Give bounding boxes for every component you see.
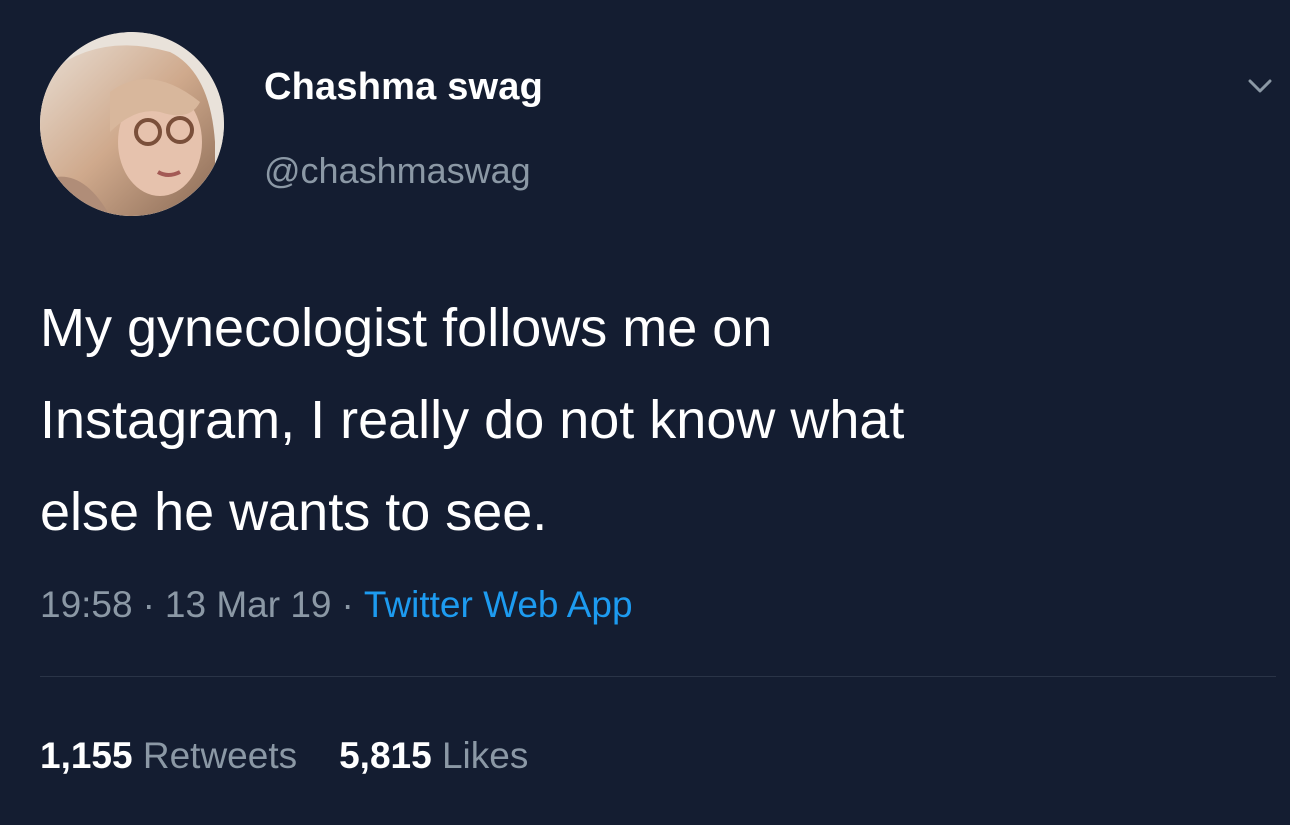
tweet-text-line: My gynecologist follows me on: [40, 298, 773, 358]
tweet-card: Chashma swag @chashmaswag My gynecologis…: [0, 0, 1290, 825]
meta-separator: ·: [341, 584, 354, 625]
tweet-source-link[interactable]: Twitter Web App: [364, 584, 633, 625]
likes-label: Likes: [441, 735, 529, 776]
display-name[interactable]: Chashma swag: [264, 66, 543, 109]
meta-separator: ·: [142, 584, 155, 625]
retweets-count: 1,155: [40, 735, 133, 776]
likes-count: 5,815: [339, 735, 432, 776]
divider: [40, 676, 1276, 677]
user-avatar-photo: [40, 32, 224, 216]
tweet-time[interactable]: 19:58: [40, 584, 133, 625]
tweet-date[interactable]: 13 Mar 19: [165, 584, 332, 625]
avatar[interactable]: [40, 32, 224, 216]
retweets-stat[interactable]: 1,155 Retweets: [40, 735, 297, 776]
tweet-text-line: Instagram, I really do not know what: [40, 390, 905, 450]
likes-stat[interactable]: 5,815 Likes: [339, 735, 528, 776]
user-handle[interactable]: @chashmaswag: [264, 150, 531, 192]
tweet-text: My gynecologist follows me on Instagram,…: [40, 282, 1260, 558]
tweet-meta: 19:58 · 13 Mar 19 · Twitter Web App: [40, 584, 633, 626]
chevron-down-icon[interactable]: [1240, 66, 1280, 106]
tweet-text-line: else he wants to see.: [40, 482, 548, 542]
retweets-label: Retweets: [142, 735, 298, 776]
tweet-stats: 1,155 Retweets 5,815 Likes: [40, 735, 570, 777]
